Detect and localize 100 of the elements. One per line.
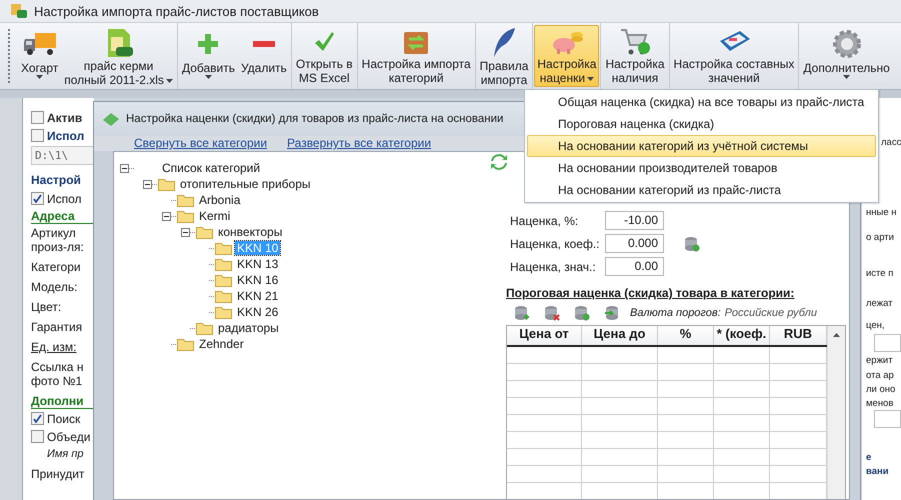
column-header[interactable]: Цена до: [582, 326, 658, 345]
field-label: Наценка, коеф.:: [509, 236, 601, 250]
tree-item[interactable]: Zehnder: [197, 337, 246, 351]
collapse-toggle[interactable]: [181, 228, 190, 236]
toolbar-button[interactable]: Удалить: [238, 25, 290, 87]
app-icon: [10, 3, 28, 19]
toolbar-button[interactable]: Настройка составных значений: [670, 25, 798, 87]
dialog-title: Настройка наценки (скидки) для товаров из прайс-листа на основании: [126, 113, 504, 125]
checkbox[interactable]: [31, 192, 44, 205]
folder-icon: [196, 226, 213, 238]
scrollbar[interactable]: [827, 326, 845, 499]
tree-item[interactable]: KKN 16: [235, 273, 280, 287]
field-label: Наценка, знач.:: [509, 260, 597, 274]
field-label: цен,: [866, 320, 886, 332]
database-refresh-icon[interactable]: [574, 305, 590, 321]
collapse-toggle[interactable]: [143, 180, 152, 188]
window-title: Настройка импорта прайс-листов поставщиков: [34, 4, 319, 18]
cart-icon: [618, 27, 651, 57]
field-label: Гарантия: [31, 320, 84, 334]
database-add-icon[interactable]: [514, 305, 530, 321]
field-label: Настрой: [31, 173, 82, 187]
link[interactable]: Развернуть все категории: [287, 136, 432, 150]
menu-item[interactable]: Общая наценка (скидка) на все товары из прайс-листа: [527, 91, 876, 113]
folder-icon: [177, 338, 194, 350]
folder-icon: [196, 322, 213, 334]
tree-item[interactable]: KKN 21: [235, 289, 280, 303]
input-field[interactable]: 0.000: [605, 234, 664, 253]
plus-icon: [196, 32, 220, 56]
section-heading: е: [866, 452, 872, 464]
tree-item[interactable]: Arbonia: [197, 193, 242, 207]
toolbar-button[interactable]: Добавить: [178, 25, 238, 87]
column-header[interactable]: Цена от: [507, 326, 582, 345]
field-label: ота ар: [866, 370, 895, 382]
field-label: менов: [866, 398, 894, 410]
tree-item[interactable]: отопительные приборы: [178, 177, 313, 191]
field-label: ли оно: [866, 384, 896, 396]
tree-item[interactable]: конвекторы: [216, 225, 284, 239]
folder-icon: [177, 194, 194, 206]
tree-item[interactable]: радиаторы: [216, 321, 281, 335]
folder-icon: [215, 242, 232, 254]
toolbar-button[interactable]: Настройка наценки: [534, 25, 600, 87]
truck-icon: [22, 31, 57, 57]
tree-item[interactable]: KKN 26: [235, 305, 280, 319]
toolbar-button[interactable]: Настройка наличия: [602, 25, 668, 87]
checkbox-label: Актив: [47, 110, 82, 124]
folder-icon: [177, 210, 194, 222]
database-refresh-icon[interactable]: [684, 236, 700, 252]
toolbar-button[interactable]: Правила импорта: [476, 25, 532, 87]
scroll-up-icon[interactable]: [833, 333, 840, 337]
link[interactable]: Свернуть все категории: [134, 136, 268, 150]
folder-icon: [158, 178, 175, 190]
menu-item[interactable]: На основании категорий из учётной системы: [527, 135, 876, 157]
field-label: ласс: [880, 137, 901, 149]
collapse-toggle[interactable]: [162, 212, 171, 220]
field-label: лежат: [866, 298, 894, 310]
checkbox[interactable]: [31, 412, 44, 425]
database-import-icon[interactable]: [604, 305, 620, 321]
field-label: Ед. изм:: [31, 340, 78, 354]
folder-icon: [215, 290, 232, 302]
field-label: нные н: [866, 207, 898, 219]
feather-icon: [491, 27, 517, 59]
checkbox[interactable]: [31, 430, 44, 443]
tree-item[interactable]: Kermi: [197, 209, 232, 223]
menu-item[interactable]: На основании категорий из прайс-листа: [527, 179, 876, 201]
toolbar-button[interactable]: Настройка импорта категорий: [358, 25, 474, 87]
menu-item[interactable]: Пороговая наценка (скидка): [527, 113, 876, 135]
checkbox-label: Объеди: [47, 430, 90, 444]
field-label: о арти: [866, 232, 895, 244]
checkbox[interactable]: [31, 129, 44, 142]
database-delete-icon[interactable]: [544, 305, 560, 321]
input-field[interactable]: [874, 334, 901, 352]
field-label: Наценка, %:: [509, 214, 580, 228]
input-field[interactable]: 0.00: [605, 257, 664, 276]
checkbox[interactable]: [31, 111, 44, 124]
tree-item[interactable]: KKN 13: [235, 257, 280, 271]
checkbox-label: Испол: [47, 192, 82, 206]
field-label: Модель:: [31, 280, 78, 294]
tree-item[interactable]: Список категорий: [160, 161, 262, 175]
checkbox-label: Испол: [47, 128, 84, 142]
path-field[interactable]: D:\1\: [31, 146, 94, 165]
section-heading: Пороговая наценка (скидка) товара в категории:: [506, 286, 796, 300]
toolbar-button[interactable]: Дополнительно: [800, 25, 893, 87]
collapse-toggle[interactable]: [120, 164, 129, 172]
toolbar-button[interactable]: прайс керми полный 2011-2.xls: [61, 25, 176, 87]
column-header[interactable]: %: [658, 326, 714, 345]
field-label: ержит: [866, 355, 894, 367]
field-label: Цвет:: [31, 300, 62, 314]
toolbar-button[interactable]: Хогарт: [18, 25, 62, 87]
input-field[interactable]: -10.00: [605, 211, 664, 230]
folder-icon: [215, 258, 232, 270]
menu-item[interactable]: На основании производителей товаров: [527, 157, 876, 179]
toolbar-button[interactable]: Открыть в MS Excel: [292, 25, 356, 87]
refresh-icon[interactable]: [490, 154, 508, 170]
gear-icon: [832, 29, 862, 59]
column-header[interactable]: * (коеф.: [714, 326, 770, 345]
field-label: Артикул произ-ля:: [31, 226, 85, 254]
currency-label: Валюта порогов:: [630, 307, 721, 319]
input-field[interactable]: [874, 410, 901, 428]
folder-icon: [215, 274, 232, 286]
minus-icon: [252, 39, 276, 49]
